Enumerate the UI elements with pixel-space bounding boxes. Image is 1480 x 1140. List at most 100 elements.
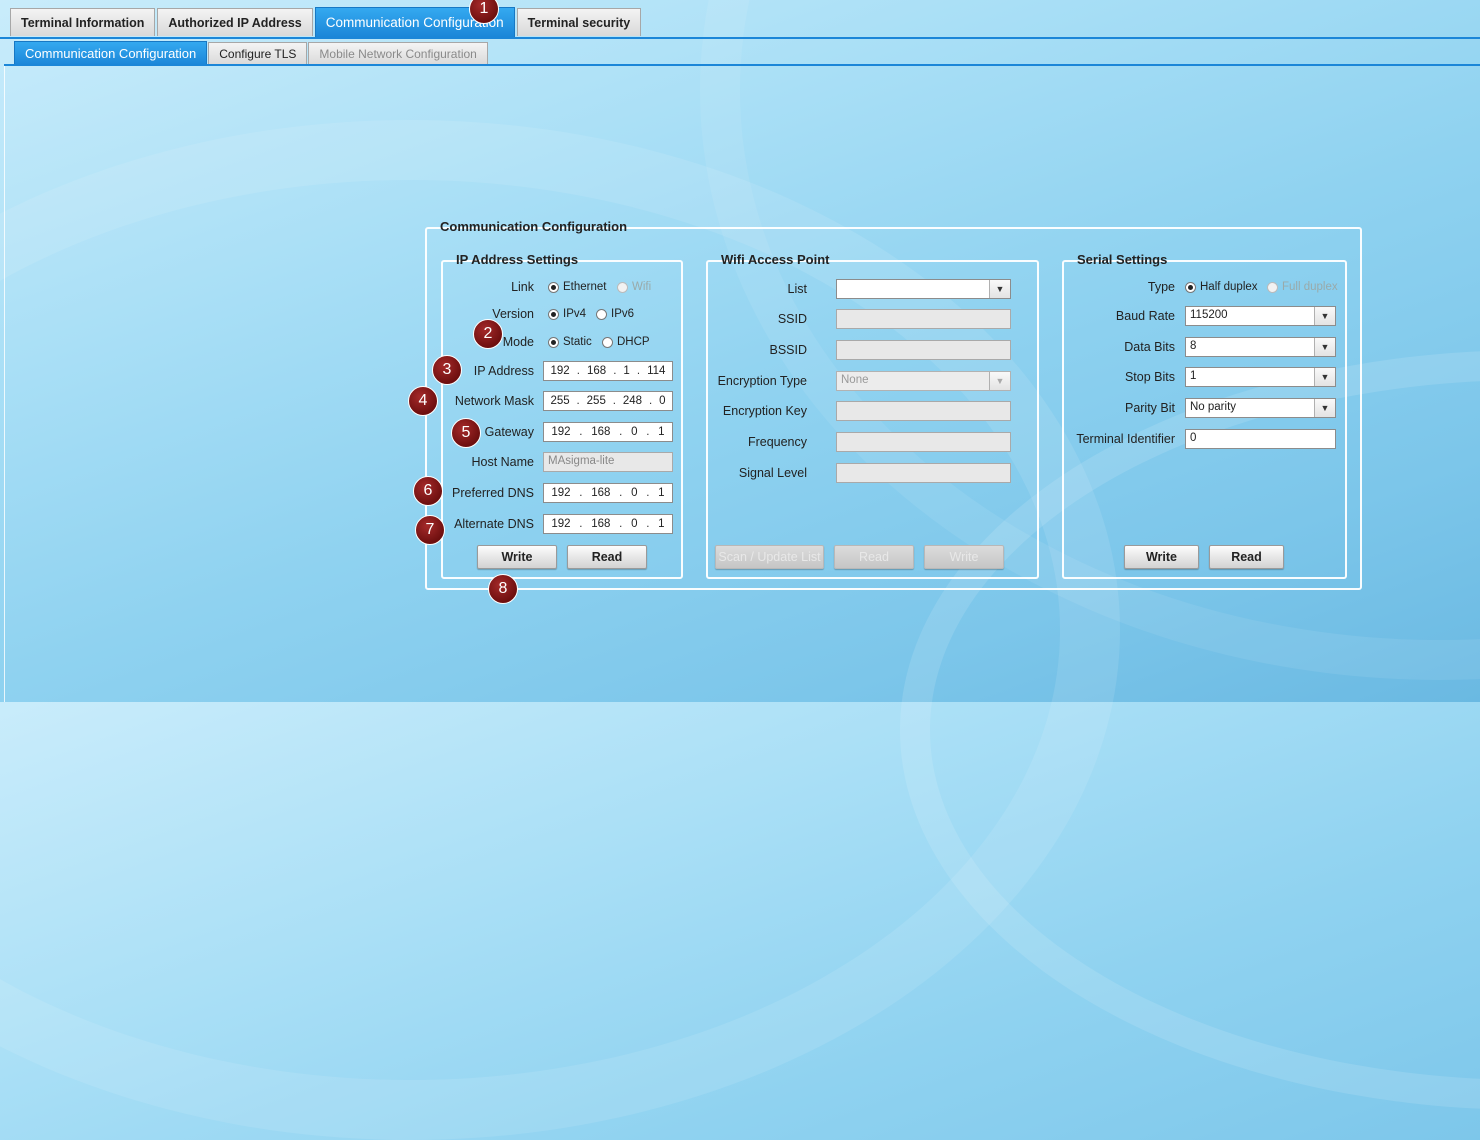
stop-bits-label: Stop Bits [1124, 370, 1175, 384]
mask-octet-4: 0 [659, 395, 666, 407]
link-ethernet-radio[interactable]: Ethernet [548, 281, 606, 293]
gateway-octet-3: 0 [631, 426, 638, 438]
wifi-write-button[interactable]: Write [924, 545, 1004, 569]
alternate-dns-field[interactable]: 192. 168. 0. 1 [543, 514, 673, 534]
ssid-label: SSID [777, 312, 807, 326]
encryption-key-field[interactable] [836, 401, 1011, 421]
gateway-octet-1: 192 [551, 426, 571, 438]
ip-address-field[interactable]: 192. 168. 1. 114 [543, 361, 673, 381]
mode-dhcp-label: DHCP [617, 336, 650, 348]
serial-write-button[interactable]: Write [1124, 545, 1199, 569]
parity-bit-select[interactable]: No parity ▼ [1185, 398, 1336, 418]
bssid-label: BSSID [769, 343, 807, 357]
callout-marker-6: 6 [413, 476, 443, 506]
frequency-field[interactable] [836, 432, 1011, 452]
serial-title: Serial Settings [1077, 252, 1168, 267]
data-bits-select[interactable]: 8 ▼ [1185, 337, 1336, 357]
host-name-field[interactable]: MAsigma-lite [543, 452, 673, 472]
baud-rate-select[interactable]: 115200 ▼ [1185, 306, 1336, 326]
wifi-list-select[interactable]: ▼ [836, 279, 1011, 299]
tab-terminal-information[interactable]: Terminal Information [10, 8, 156, 36]
ip-settings-title: IP Address Settings [456, 252, 579, 267]
mode-static-radio[interactable]: Static [548, 336, 592, 348]
serial-read-button[interactable]: Read [1209, 545, 1284, 569]
ip-write-button[interactable]: Write [477, 545, 557, 569]
subtab-communication-configuration[interactable]: Communication Configuration [14, 41, 208, 65]
mode-dhcp-radio[interactable]: DHCP [602, 336, 650, 348]
version-ipv4-radio[interactable]: IPv4 [548, 308, 586, 320]
ip-octet-1: 192 [550, 365, 570, 377]
half-duplex-radio[interactable]: Half duplex [1185, 281, 1258, 293]
adns-octet-1: 192 [551, 518, 571, 530]
ip-octet-2: 168 [586, 365, 607, 377]
encryption-type-value: None [841, 374, 869, 386]
stop-bits-value: 1 [1190, 370, 1197, 382]
tab-authorized-ip-address[interactable]: Authorized IP Address [157, 8, 313, 36]
full-duplex-label: Full duplex [1282, 281, 1338, 293]
parity-bit-value: No parity [1190, 401, 1237, 413]
chevron-down-icon: ▼ [1314, 338, 1335, 356]
ip-read-button[interactable]: Read [567, 545, 647, 569]
network-mask-label: Network Mask [454, 394, 534, 408]
half-duplex-label: Half duplex [1200, 281, 1258, 293]
adns-octet-3: 0 [631, 518, 638, 530]
callout-marker-2: 2 [473, 319, 503, 349]
gateway-octet-2: 168 [591, 426, 611, 438]
ssid-field[interactable] [836, 309, 1011, 329]
wifi-title: Wifi Access Point [721, 252, 830, 267]
serial-type-label: Type [1147, 280, 1175, 294]
preferred-dns-field[interactable]: 192. 168. 0. 1 [543, 483, 673, 503]
link-wifi-radio[interactable]: Wifi [617, 281, 651, 293]
subtab-configure-tls[interactable]: Configure TLS [208, 42, 308, 64]
version-ipv6-label: IPv6 [611, 308, 635, 320]
version-ipv6-radio[interactable]: IPv6 [596, 308, 634, 320]
encryption-type-label: Encryption Type [717, 374, 807, 388]
alternate-dns-label: Alternate DNS [454, 517, 534, 531]
chevron-down-icon: ▼ [1314, 368, 1335, 386]
chevron-down-icon: ▼ [1314, 307, 1335, 325]
adns-octet-2: 168 [591, 518, 611, 530]
signal-level-label: Signal Level [738, 466, 807, 480]
callout-marker-3: 3 [432, 355, 462, 385]
link-wifi-label: Wifi [632, 281, 652, 293]
parity-bit-label: Parity Bit [1124, 401, 1175, 415]
mode-static-label: Static [563, 336, 592, 348]
pdns-octet-4: 1 [658, 487, 665, 499]
subtab-mobile-network-configuration[interactable]: Mobile Network Configuration [308, 42, 488, 64]
gateway-octet-4: 1 [658, 426, 665, 438]
wifi-read-button[interactable]: Read [834, 545, 914, 569]
stop-bits-select[interactable]: 1 ▼ [1185, 367, 1336, 387]
terminal-identifier-label: Terminal Identifier [1076, 432, 1175, 446]
baud-rate-value: 115200 [1190, 309, 1228, 321]
callout-marker-4: 4 [408, 386, 438, 416]
data-bits-value: 8 [1190, 340, 1197, 352]
callout-marker-8: 8 [488, 574, 518, 604]
data-bits-label: Data Bits [1124, 340, 1175, 354]
mask-octet-3: 248 [622, 395, 643, 407]
link-label: Link [511, 280, 534, 294]
tab-terminal-security[interactable]: Terminal security [516, 8, 642, 36]
link-ethernet-label: Ethernet [563, 281, 607, 293]
signal-level-field[interactable] [836, 463, 1011, 483]
terminal-identifier-field[interactable]: 0 [1185, 429, 1336, 449]
scan-update-list-button[interactable]: Scan / Update List [715, 545, 824, 569]
group-title: Communication Configuration [440, 219, 628, 234]
sub-tab-bar: Communication Configuration Configure TL… [14, 41, 488, 65]
encryption-type-select[interactable]: None ▼ [836, 371, 1011, 391]
network-mask-field[interactable]: 255. 255. 248. 0 [543, 391, 673, 411]
chevron-down-icon: ▼ [989, 372, 1010, 390]
full-duplex-radio[interactable]: Full duplex [1267, 281, 1338, 293]
ip-octet-3: 1 [623, 365, 630, 377]
frequency-label: Frequency [747, 435, 807, 449]
gateway-field[interactable]: 192. 168. 0. 1 [543, 422, 673, 442]
chevron-down-icon: ▼ [989, 280, 1010, 298]
baud-rate-label: Baud Rate [1115, 309, 1175, 323]
chevron-down-icon: ▼ [1314, 399, 1335, 417]
tab-underline [0, 37, 1480, 39]
encryption-key-label: Encryption Key [722, 404, 807, 418]
callout-marker-5: 5 [451, 418, 481, 448]
version-ipv4-label: IPv4 [563, 308, 587, 320]
bssid-field[interactable] [836, 340, 1011, 360]
pdns-octet-3: 0 [631, 487, 638, 499]
wifi-list-label: List [787, 282, 807, 296]
